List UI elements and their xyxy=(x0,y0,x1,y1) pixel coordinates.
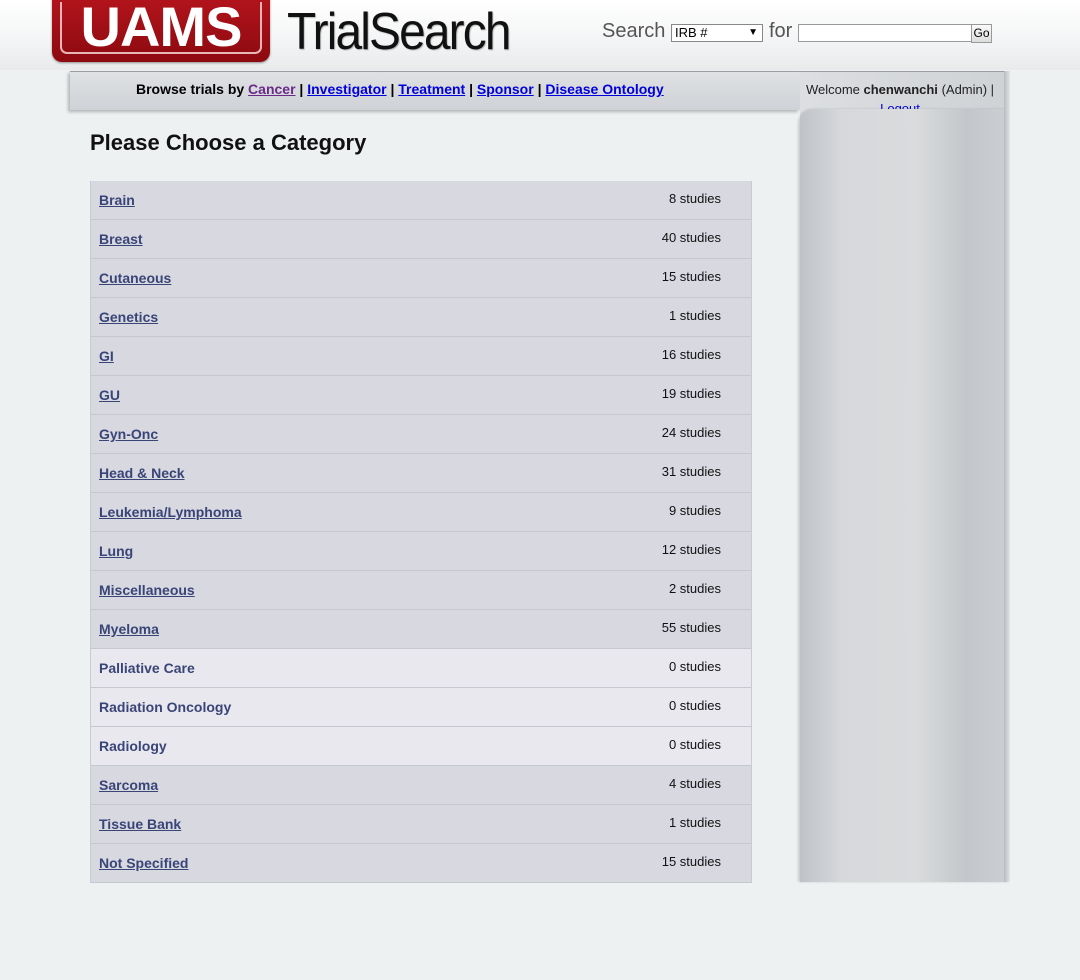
study-count: 0 studies xyxy=(668,698,721,713)
category-link[interactable]: GU xyxy=(99,387,120,403)
category-link[interactable]: Not Specified xyxy=(99,855,188,871)
category-row: Radiation Oncology 0 studies xyxy=(91,688,751,727)
for-label: for xyxy=(769,20,793,42)
sidebar xyxy=(800,109,1010,882)
category-link[interactable]: Tissue Bank xyxy=(99,816,181,832)
study-count: 1 studies xyxy=(668,308,721,323)
study-count: 4 studies xyxy=(668,776,721,791)
category-row: Genetics 1 studies xyxy=(91,298,751,337)
nav-separator: | xyxy=(469,81,474,97)
uams-logo[interactable]: UAMS xyxy=(52,0,270,62)
nav-link-investigator[interactable]: Investigator xyxy=(307,81,386,97)
study-count: 12 studies xyxy=(661,542,721,557)
study-count: 8 studies xyxy=(668,191,721,206)
category-row: GU 19 studies xyxy=(91,376,751,415)
category-link[interactable]: Breast xyxy=(99,231,143,247)
username: chenwanchi xyxy=(863,82,938,97)
study-count: 16 studies xyxy=(661,347,721,362)
category-link[interactable]: Myeloma xyxy=(99,621,159,637)
category-row: Miscellaneous 2 studies xyxy=(91,571,751,610)
study-count: 24 studies xyxy=(661,425,721,440)
category-label: Radiology xyxy=(99,738,167,754)
nav-link-disease-ontology[interactable]: Disease Ontology xyxy=(545,81,663,97)
category-row: Palliative Care 0 studies xyxy=(91,649,751,688)
search-type-select[interactable]: IRB # ▼ xyxy=(671,24,763,42)
category-label: Palliative Care xyxy=(99,660,195,676)
category-link[interactable]: Cutaneous xyxy=(99,270,171,286)
category-row: Not Specified 15 studies xyxy=(91,844,751,883)
browse-links: Browse trials by Cancer | Investigator |… xyxy=(136,81,664,97)
category-link[interactable]: Sarcoma xyxy=(99,777,158,793)
category-link[interactable]: Brain xyxy=(99,192,135,208)
app-name[interactable]: TrialSearch xyxy=(287,2,511,62)
category-row: Lung 12 studies xyxy=(91,532,751,571)
go-button[interactable]: Go xyxy=(971,24,992,43)
study-count: 2 studies xyxy=(668,581,721,596)
category-row: Brain 8 studies xyxy=(91,181,751,220)
nav-link-treatment[interactable]: Treatment xyxy=(398,81,465,97)
study-count: 40 studies xyxy=(661,230,721,245)
study-count: 55 studies xyxy=(661,620,721,635)
search-input[interactable] xyxy=(798,24,972,42)
category-link[interactable]: Leukemia/Lymphoma xyxy=(99,504,242,520)
category-row: Leukemia/Lymphoma 9 studies xyxy=(91,493,751,532)
study-count: 15 studies xyxy=(661,269,721,284)
category-row: Tissue Bank 1 studies xyxy=(91,805,751,844)
search-type-value: IRB # xyxy=(675,25,708,40)
user-role: (Admin) | xyxy=(941,82,995,97)
study-count: 9 studies xyxy=(668,503,721,518)
category-row: Myeloma 55 studies xyxy=(91,610,751,649)
header: UAMS TrialSearch Search IRB # ▼ for Go xyxy=(0,0,1080,70)
nav-link-cancer[interactable]: Cancer xyxy=(248,81,295,97)
category-link[interactable]: Head & Neck xyxy=(99,465,185,481)
category-row: Gyn-Onc 24 studies xyxy=(91,415,751,454)
category-row: Sarcoma 4 studies xyxy=(91,766,751,805)
category-label: Radiation Oncology xyxy=(99,699,232,715)
category-row: Cutaneous 15 studies xyxy=(91,259,751,298)
category-link[interactable]: Miscellaneous xyxy=(99,582,195,598)
study-count: 0 studies xyxy=(668,659,721,674)
category-table: Brain 8 studies Breast 40 studies Cutane… xyxy=(90,181,752,883)
browse-nav-bar: Browse trials by Cancer | Investigator |… xyxy=(70,71,800,110)
welcome-text: Welcome chenwanchi (Admin) | xyxy=(800,82,1000,97)
sidebar-edge xyxy=(1004,71,1010,882)
nav-separator: | xyxy=(390,81,395,97)
page-title: Please Choose a Category xyxy=(90,130,367,155)
category-link[interactable]: Genetics xyxy=(99,309,158,325)
nav-separator: | xyxy=(537,81,542,97)
study-count: 31 studies xyxy=(661,464,721,479)
category-link[interactable]: Gyn-Onc xyxy=(99,426,158,442)
study-count: 19 studies xyxy=(661,386,721,401)
category-row: Head & Neck 31 studies xyxy=(91,454,751,493)
browse-prefix: Browse trials by xyxy=(136,81,245,97)
study-count: 0 studies xyxy=(668,737,721,752)
nav-separator: | xyxy=(299,81,304,97)
study-count: 1 studies xyxy=(668,815,721,830)
category-link[interactable]: GI xyxy=(99,348,114,364)
logo-text: UAMS xyxy=(80,0,243,58)
dropdown-arrow-icon: ▼ xyxy=(748,27,758,38)
welcome-label: Welcome xyxy=(805,82,860,97)
category-link[interactable]: Lung xyxy=(99,543,133,559)
category-row: GI 16 studies xyxy=(91,337,751,376)
nav-link-sponsor[interactable]: Sponsor xyxy=(477,81,534,97)
category-row: Breast 40 studies xyxy=(91,220,751,259)
category-row: Radiology 0 studies xyxy=(91,727,751,766)
search-label: Search xyxy=(602,20,666,42)
study-count: 15 studies xyxy=(661,854,721,869)
